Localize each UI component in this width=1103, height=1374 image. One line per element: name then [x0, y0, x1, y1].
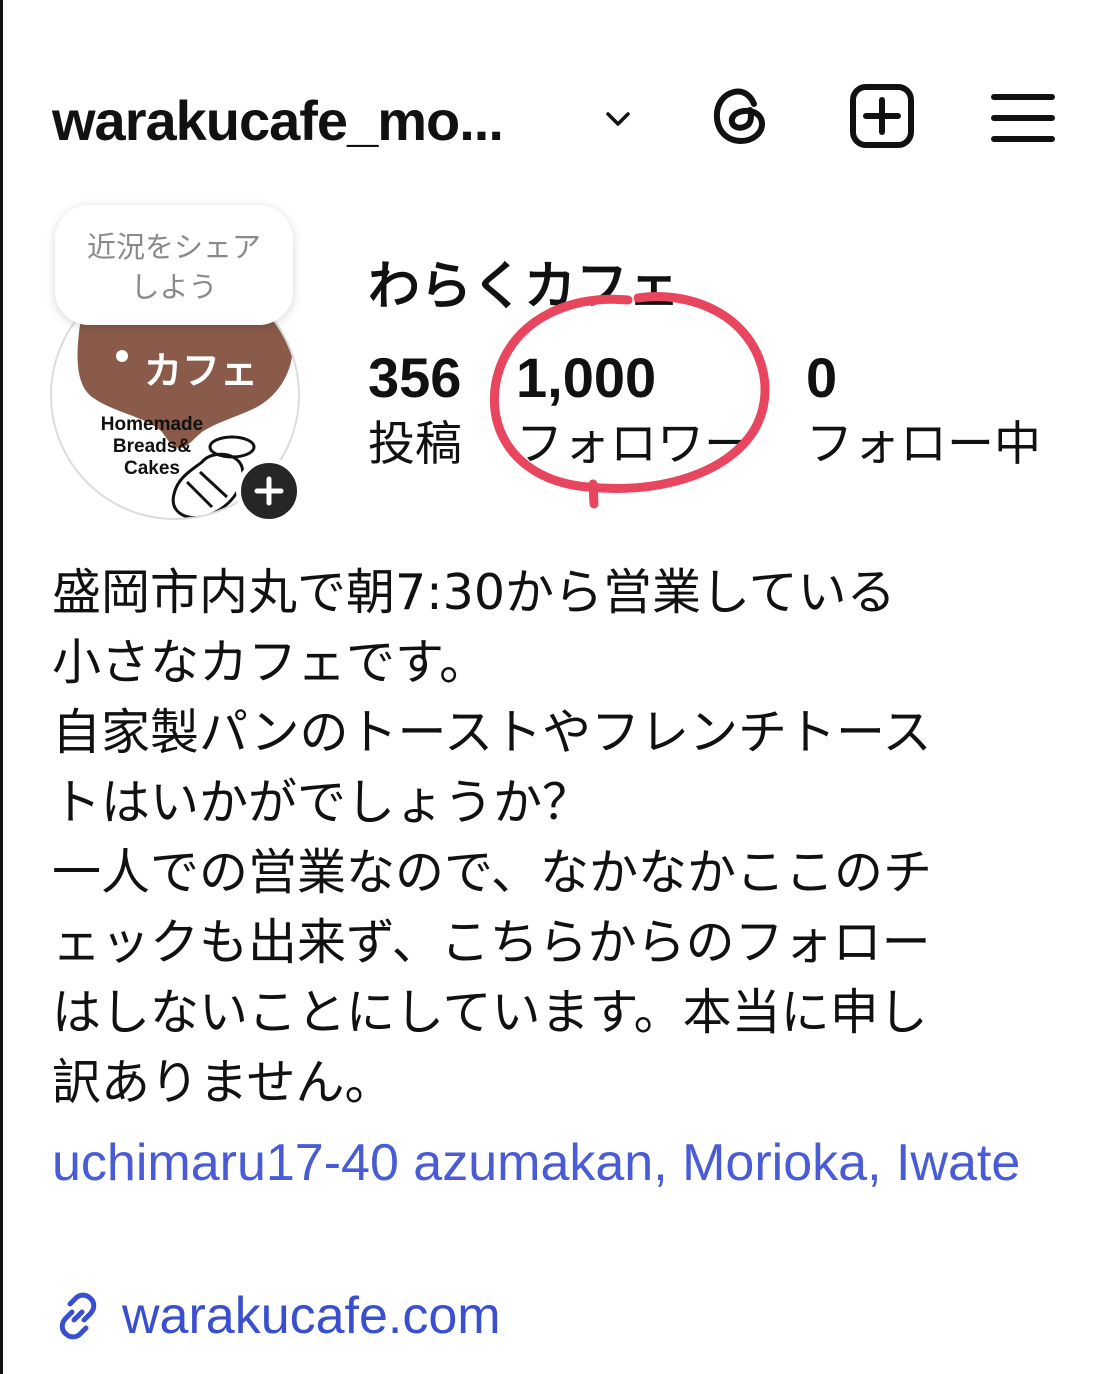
link-icon	[59, 1292, 97, 1340]
following-count: 0	[806, 346, 838, 409]
threads-icon[interactable]	[704, 80, 776, 152]
note-bubble[interactable]: 近況をシェア しよう	[55, 205, 293, 325]
website-text: warakucafe.com	[122, 1287, 501, 1345]
website-link[interactable]: warakucafe.com	[52, 1284, 501, 1348]
display-name: わらくカフェ	[368, 257, 681, 317]
followers-count: 1,000	[516, 346, 657, 409]
menu-icon[interactable]	[986, 80, 1058, 152]
add-story-button[interactable]	[236, 458, 302, 524]
profile-header: warakucafe_mo...	[0, 70, 1103, 170]
account-switcher-username[interactable]: warakucafe_mo...	[52, 88, 504, 153]
posts-count: 356	[368, 346, 462, 409]
posts-stat[interactable]: 356 投稿	[368, 345, 462, 475]
following-stat[interactable]: 0 フォロー中	[806, 345, 1041, 475]
followers-stat[interactable]: 1,000 フォロワー	[516, 345, 751, 475]
logo-text-homemade: Homemade	[100, 414, 204, 435]
note-text-line1: 近況をシェア	[86, 230, 261, 264]
note-text-line2: しよう	[130, 270, 218, 304]
logo-text-breads: Breads&	[112, 436, 192, 457]
create-icon[interactable]	[846, 80, 918, 152]
plus-icon	[254, 476, 284, 506]
logo-text-cakes: Cakes	[124, 458, 180, 479]
svg-text:カフェ: カフェ	[144, 349, 258, 393]
posts-label: 投稿	[368, 417, 462, 472]
bio-text: 盛岡市内丸で朝7:30から営業している 小さなカフェです。 自家製パンのトースト…	[52, 564, 933, 1111]
screen-edge	[0, 0, 3, 1374]
address-link[interactable]: uchimaru17-40 azumakan, Morioka, Iwate	[52, 1128, 1062, 1198]
chevron-down-icon[interactable]	[600, 104, 636, 134]
followers-label: フォロワー	[516, 417, 751, 472]
following-label: フォロー中	[806, 417, 1041, 472]
